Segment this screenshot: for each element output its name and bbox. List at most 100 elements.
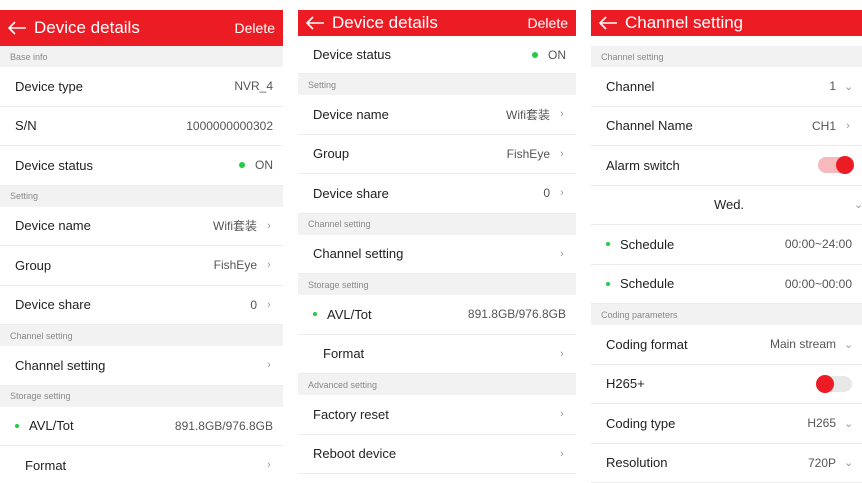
chevron-down-icon: ⌄ [844,457,854,470]
device-status-value: ON [548,47,566,62]
resolution-label: Resolution [606,455,668,471]
factory-reset-row[interactable]: Factory reset › [298,395,576,435]
schedule-row-2[interactable]: Schedule 00:00~00:00 [591,265,862,304]
sn-label: S/N [15,118,37,134]
coding-type-label: Coding type [606,415,676,431]
device-name-value: Wifi套装 [213,219,257,234]
channel-value: 1 [829,79,836,94]
bullet-dot-icon [606,281,610,286]
toggle-knob [836,156,854,175]
bullet-dot-icon [606,242,610,247]
chevron-right-icon: › [560,408,564,421]
channel-setting-row[interactable]: Channel setting › [0,346,283,386]
status-dot-icon [532,51,538,58]
group-label: Group [313,146,350,162]
device-name-row[interactable]: Device name Wifi套装 › [298,95,576,135]
section-header-coding: Coding parameters [591,304,862,325]
back-arrow-icon[interactable] [591,16,625,30]
channel-settings-list: Channel setting Channel 1 ⌄ Channel Name… [591,46,862,483]
channel-name-row[interactable]: Channel Name CH1 › [591,107,862,146]
chevron-down-icon: ⌄ [844,417,854,430]
section-header-base-info: Base info [0,46,283,67]
toggle-knob [816,374,834,393]
back-arrow-icon[interactable] [298,16,332,30]
device-status-label: Device status [313,47,392,62]
device-status-row: Device status ON [0,146,283,186]
group-row[interactable]: Group FishEye › [298,135,576,174]
section-header-channel: Channel setting [0,325,283,346]
alarm-switch-row: Alarm switch [591,146,862,186]
coding-type-row[interactable]: Coding type H265 ⌄ [591,404,862,444]
device-share-value: 0 [543,186,550,201]
factory-reset-label: Factory reset [313,406,389,422]
chevron-down-icon: ⌄ [844,338,854,351]
h265plus-label: H265+ [606,376,645,392]
header-bar: Device details Delete [0,10,283,46]
reboot-device-label: Reboot device [313,446,397,462]
delete-button[interactable]: Delete [528,15,576,31]
alarm-switch-toggle[interactable] [818,156,854,175]
section-header-storage: Storage setting [0,385,283,407]
avl-tot-value: 891.8GB/976.8GB [174,418,273,433]
chevron-right-icon: › [560,147,564,160]
coding-format-label: Coding format [606,336,688,352]
page-title: Device details [332,13,438,32]
section-header-advanced: Advanced setting [298,374,576,395]
header-bar: Device details Delete [298,10,576,36]
group-value: FishEye [213,258,257,273]
alarm-switch-label: Alarm switch [606,157,680,173]
format-row[interactable]: Format › [298,335,576,374]
group-value: FishEye [506,146,550,161]
chevron-right-icon: › [267,259,271,272]
resolution-value: 720P [807,455,836,470]
format-row[interactable]: Format › [0,446,283,483]
device-status-row: Device status ON [298,36,576,74]
device-name-label: Device name [313,106,389,122]
resolution-row[interactable]: Resolution 720P ⌄ [591,444,862,483]
coding-format-value: Main stream [769,337,836,352]
coding-type-value: H265 [807,416,836,431]
header-bar: Channel setting [591,10,862,36]
delete-button[interactable]: Delete [235,20,283,36]
device-status-value: ON [255,158,273,173]
page-title: Channel setting [625,13,744,32]
back-arrow-icon[interactable] [0,21,34,35]
device-share-row[interactable]: Device share 0 › [0,286,283,325]
format-label: Format [25,457,67,473]
coding-format-row[interactable]: Coding format Main stream ⌄ [591,325,862,365]
section-header-setting: Setting [298,74,576,95]
device-share-row[interactable]: Device share 0 › [298,174,576,214]
h265plus-row: H265+ [591,365,862,404]
chevron-right-icon: › [267,459,271,472]
details-list: Device status ON Setting Device name Wif… [298,36,576,474]
channel-row[interactable]: Channel 1 ⌄ [591,67,862,107]
avl-tot-label: AVL/Tot [327,306,372,322]
device-status-label: Device status [15,157,94,173]
device-share-label: Device share [313,185,389,201]
day-selector-row[interactable]: Wed. ⌄ [591,186,862,225]
device-type-value: NVR_4 [234,79,273,94]
sn-value: 1000000000302 [186,118,273,133]
device-share-label: Device share [15,297,91,313]
schedule-value: 00:00~00:00 [784,276,852,291]
h265plus-toggle[interactable] [816,374,852,393]
schedule-row-1[interactable]: Schedule 00:00~24:00 [591,225,862,265]
format-label: Format [323,346,365,362]
page-title: Device details [34,18,140,37]
bullet-dot-icon [15,423,19,428]
channel-setting-row[interactable]: Channel setting › [298,235,576,274]
group-row[interactable]: Group FishEye › [0,246,283,286]
avl-tot-label: AVL/Tot [29,418,74,434]
section-header-channel: Channel setting [591,46,862,67]
chevron-right-icon: › [267,298,271,311]
reboot-device-row[interactable]: Reboot device › [298,435,576,474]
section-header-storage: Storage setting [298,274,576,295]
channel-setting-label: Channel setting [15,357,106,373]
device-type-label: Device type [15,78,83,94]
device-share-value: 0 [250,297,257,312]
chevron-down-icon: ⌄ [854,199,862,212]
device-name-row[interactable]: Device name Wifi套装 › [0,207,283,246]
avl-tot-value: 891.8GB/976.8GB [467,307,566,322]
group-label: Group [15,257,52,273]
section-header-channel: Channel setting [298,213,576,235]
